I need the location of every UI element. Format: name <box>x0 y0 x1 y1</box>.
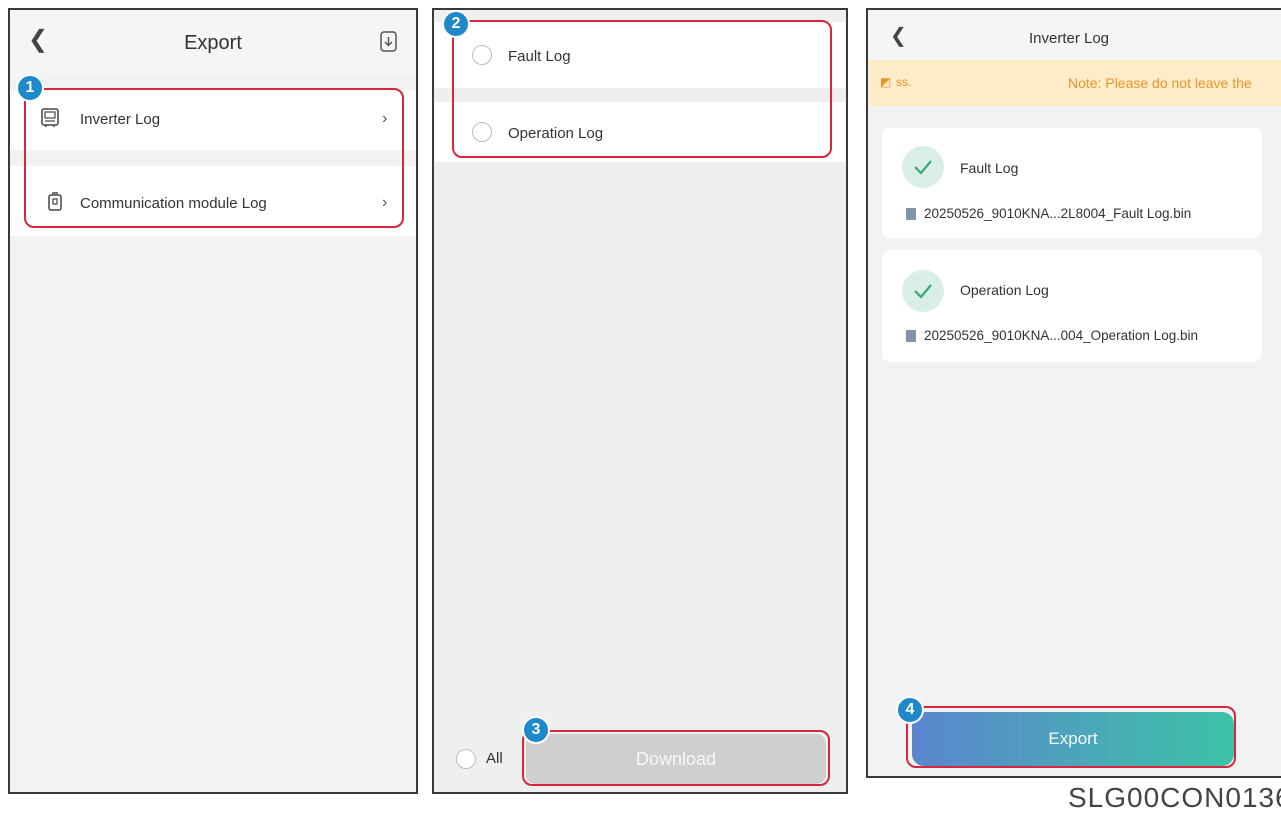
step-1-badge: 1 <box>16 74 44 102</box>
step-3-badge: 3 <box>522 716 550 744</box>
download-file-icon[interactable] <box>380 31 397 52</box>
file-name[interactable]: 20250526_9010KNA...004_Operation Log.bin <box>924 328 1198 343</box>
file-icon <box>906 208 916 220</box>
step-2-badge: 2 <box>442 10 470 38</box>
select-all-label: All <box>486 750 503 767</box>
log-select-screen: Fault Log Operation Log 2 All Download 3 <box>432 8 848 794</box>
export-screen: ❮ Export Inverter Log › Communication mo… <box>8 8 418 794</box>
notice-prefix: ss. <box>896 75 912 89</box>
step-4-highlight <box>906 706 1236 768</box>
file-icon <box>906 330 916 342</box>
file-title: Fault Log <box>960 160 1019 176</box>
fault-log-card: Fault Log 20250526_9010KNA...2L8004_Faul… <box>882 128 1262 238</box>
check-icon <box>902 146 944 188</box>
header: ❮ Export <box>10 10 416 76</box>
step-2-highlight <box>452 20 832 158</box>
operation-log-card: Operation Log 20250526_9010KNA...004_Ope… <box>882 250 1262 362</box>
step-4-badge: 4 <box>896 696 924 724</box>
notice-bar: ◩ ss. Note: Please do not leave the <box>868 60 1281 106</box>
file-name[interactable]: 20250526_9010KNA...2L8004_Fault Log.bin <box>924 206 1191 221</box>
step-1-highlight <box>24 88 404 228</box>
notice-text: Note: Please do not leave the <box>1068 75 1252 91</box>
step-3-highlight <box>522 730 830 786</box>
check-icon <box>902 270 944 312</box>
figure-code: SLG00CON0136 <box>1068 782 1281 813</box>
page-title: Inverter Log <box>1028 30 1110 47</box>
file-title: Operation Log <box>960 282 1049 298</box>
page-title: Export <box>184 32 242 54</box>
inverter-log-screen: ❮ Inverter Log ◩ ss. Note: Please do not… <box>866 8 1281 778</box>
header: ❮ Inverter Log <box>868 10 1281 60</box>
select-all-radio[interactable] <box>456 749 476 769</box>
speaker-icon: ◩ <box>880 75 892 89</box>
